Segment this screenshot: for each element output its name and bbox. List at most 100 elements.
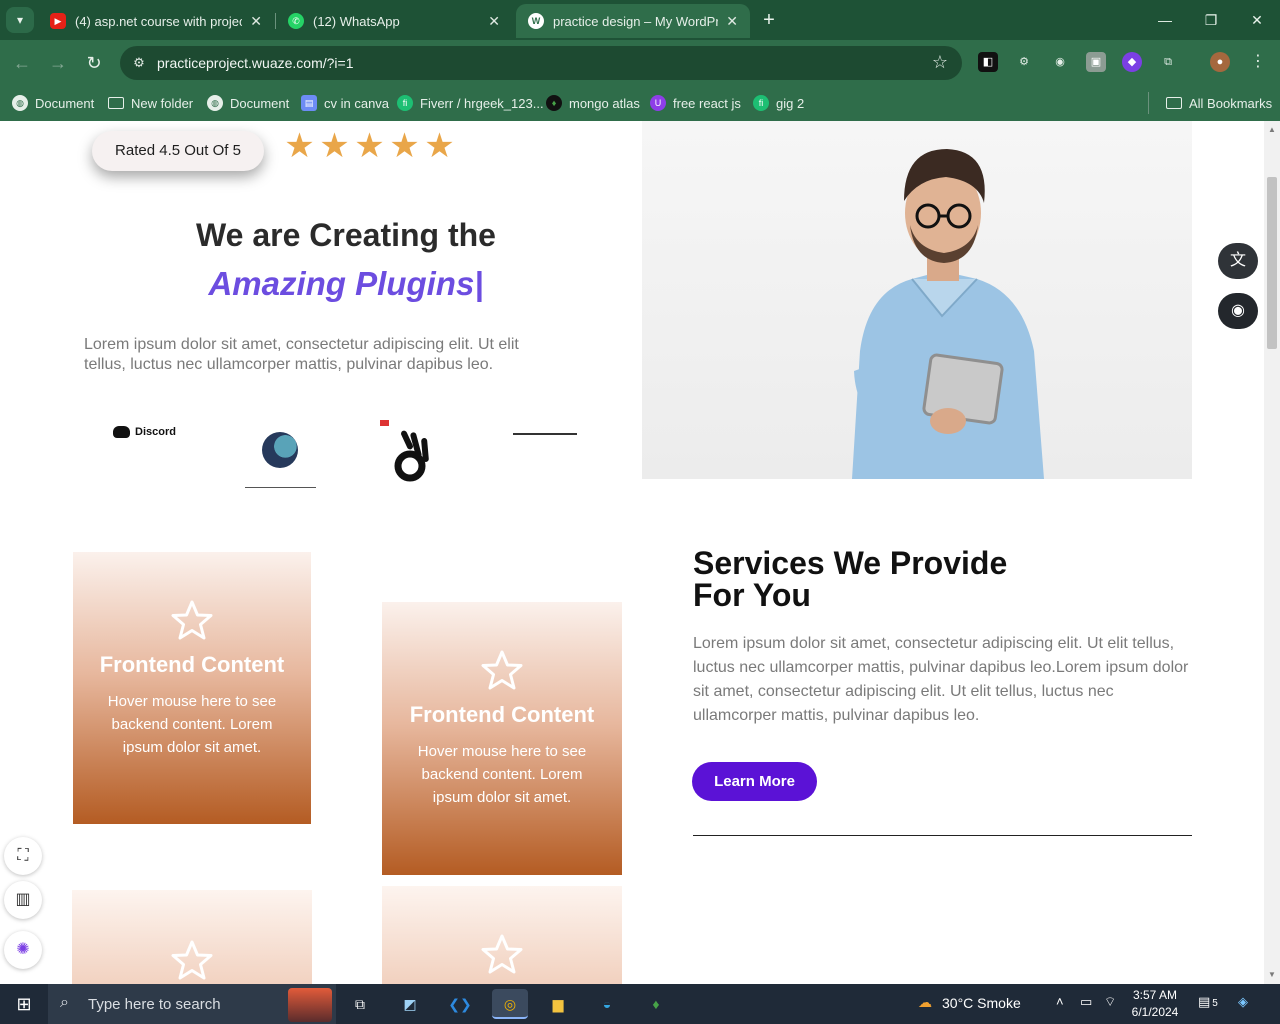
search-icon: ⌕ xyxy=(60,994,69,1011)
app-icon[interactable]: ◩ xyxy=(395,989,425,1019)
chevron-up-icon[interactable]: ˄ xyxy=(1056,994,1064,1009)
rating-stars: ★ ★ ★ ★ ★ xyxy=(282,129,457,165)
windows-start-button[interactable]: ⊞ xyxy=(14,994,34,1014)
whatsapp-icon: ✆ xyxy=(288,13,304,29)
file-explorer-icon[interactable]: ▆ xyxy=(543,989,573,1019)
fiverr-icon: fi xyxy=(753,95,769,111)
card-text: Hover mouse here to see backend content.… xyxy=(417,743,587,806)
back-button[interactable]: ← xyxy=(10,51,34,75)
bookmark-item[interactable]: ▤ cv in canva xyxy=(301,93,389,113)
tab-whatsapp[interactable]: ✆ (12) WhatsApp ✕ xyxy=(276,4,512,38)
bookmark-item[interactable]: New folder xyxy=(108,93,193,113)
close-icon[interactable]: ✕ xyxy=(250,13,262,30)
meet-icon[interactable]: ▭ xyxy=(1080,994,1092,1010)
translate-side-button[interactable]: ⛶ xyxy=(4,837,42,875)
edge-icon[interactable]: ◒ xyxy=(592,989,622,1019)
site-settings-icon[interactable]: ⚙ xyxy=(130,54,148,72)
system-clock[interactable]: 3:57 AM 6/1/2024 xyxy=(1124,987,1186,1021)
extension-icon[interactable]: ◉ xyxy=(1050,52,1070,72)
bookmark-item[interactable]: fi Fiverr / hrgeek_123... xyxy=(397,93,544,113)
bookmarks-bar: ◍ Document New folder ◍ Document ▤ cv in… xyxy=(0,86,1280,121)
bookmark-item[interactable]: fi gig 2 xyxy=(753,93,804,113)
address-bar[interactable]: ⚙ practiceproject.wuaze.com/?i=1 ☆ xyxy=(120,46,962,80)
window-close-button[interactable]: ✕ xyxy=(1234,0,1280,40)
bookmark-star-icon[interactable]: ☆ xyxy=(932,52,948,73)
circle-logo-mark xyxy=(262,432,298,468)
service-card[interactable] xyxy=(72,890,312,984)
scroll-up-arrow[interactable]: ▲ xyxy=(1267,125,1277,135)
notification-count: 5 xyxy=(1212,998,1218,1009)
ui-icon: U xyxy=(650,95,666,111)
translate-icon: 文 xyxy=(1229,252,1246,269)
close-icon[interactable]: ✕ xyxy=(488,13,500,30)
chrome-icon[interactable]: ◎ xyxy=(492,989,528,1019)
bookmark-label: mongo atlas xyxy=(569,95,640,111)
tab-title: practice design – My WordPress xyxy=(553,13,719,29)
tab-wordpress[interactable]: W practice design – My WordPress ✕ xyxy=(516,4,750,38)
weather-icon: ☁ xyxy=(918,994,932,1010)
bookmark-label: Fiverr / hrgeek_123... xyxy=(420,95,544,111)
assistant-float-button[interactable]: ◉ xyxy=(1218,293,1258,329)
forward-button[interactable]: → xyxy=(46,51,70,75)
wifi-icon[interactable]: ⌔ xyxy=(1104,994,1116,1010)
extension-icon[interactable]: ◧ xyxy=(978,52,998,72)
star-outline-icon xyxy=(171,600,213,640)
ai-side-button[interactable]: ✺ xyxy=(4,931,42,969)
star-icon: ★ xyxy=(389,127,420,165)
book-icon: ▥ xyxy=(15,891,31,908)
globe-icon: ◍ xyxy=(207,95,223,111)
scroll-thumb[interactable] xyxy=(1267,177,1277,349)
learn-more-button[interactable]: Learn More xyxy=(692,762,817,801)
ok-hand-logo xyxy=(394,430,429,482)
gear-icon[interactable]: ⚙ xyxy=(1014,52,1034,72)
menu-icon[interactable]: ⋮ xyxy=(1248,52,1268,72)
bookmark-label: All Bookmarks xyxy=(1189,95,1273,111)
canva-icon: ▤ xyxy=(301,95,317,111)
translate-icon: ⛶ xyxy=(17,847,29,864)
hero-headline-accent: Amazing Plugins| xyxy=(208,265,484,302)
restore-button[interactable]: ❐ xyxy=(1188,0,1234,40)
services-title-line: For You xyxy=(693,577,811,613)
bookmark-item[interactable]: ◍ Document xyxy=(12,93,94,113)
weather-widget[interactable]: ☁ 30°C Smoke xyxy=(918,994,1021,1011)
puzzle-icon[interactable]: ⧉ xyxy=(1158,52,1178,72)
discord-wordmark: Discord xyxy=(135,426,176,438)
close-icon[interactable]: ✕ xyxy=(726,13,738,30)
search-placeholder: Type here to search xyxy=(88,996,221,1013)
service-card[interactable]: Frontend Content Hover mouse here to see… xyxy=(382,602,622,875)
scroll-down-arrow[interactable]: ▼ xyxy=(1267,970,1277,980)
translate-float-button[interactable]: 文 xyxy=(1218,243,1258,279)
notification-icon[interactable]: ▤ 5 xyxy=(1198,994,1218,1010)
reader-side-button[interactable]: ▥ xyxy=(4,881,42,919)
url-text[interactable]: practiceproject.wuaze.com/?i=1 xyxy=(157,55,354,71)
service-card[interactable]: Frontend Content Hover mouse here to see… xyxy=(73,552,311,824)
star-outline-icon xyxy=(481,650,523,690)
vscode-icon[interactable]: ❮❯ xyxy=(445,989,475,1019)
all-bookmarks-button[interactable]: All Bookmarks xyxy=(1166,93,1272,113)
mongodb-compass-icon[interactable]: ♦ xyxy=(641,989,671,1019)
page-scrollbar[interactable]: ▲ ▼ xyxy=(1264,121,1280,984)
discord-logo: Discord xyxy=(113,426,176,438)
taskbar-search[interactable]: ⌕ Type here to search xyxy=(48,984,336,1024)
globe-icon: ◍ xyxy=(12,95,28,111)
clock-date: 6/1/2024 xyxy=(1131,1005,1179,1019)
new-tab-button[interactable]: + xyxy=(758,8,780,32)
extension-icon[interactable]: ▣ xyxy=(1086,52,1106,72)
copilot-icon[interactable]: ◈ xyxy=(1238,994,1248,1010)
tab-youtube[interactable]: ▶ (4) asp.net course with project f ✕ xyxy=(38,4,274,38)
reload-button[interactable]: ↻ xyxy=(82,51,106,75)
folder-icon xyxy=(1166,97,1182,109)
extension-icon[interactable]: ◆ xyxy=(1122,52,1142,72)
avatar[interactable]: ● xyxy=(1210,52,1230,72)
bookmark-label: Document xyxy=(230,95,290,111)
flag-icon xyxy=(380,420,389,426)
bookmark-item[interactable]: ◍ Document xyxy=(207,93,289,113)
minimize-button[interactable]: — xyxy=(1142,0,1188,40)
bookmark-item[interactable]: ♦ mongo atlas xyxy=(546,93,640,113)
service-card[interactable] xyxy=(382,886,622,984)
tab-strip: ▾ ▶ (4) asp.net course with project f ✕ … xyxy=(0,0,1280,40)
tab-search-button[interactable]: ▾ xyxy=(6,7,34,33)
task-view-icon[interactable]: ⧉ xyxy=(345,989,375,1019)
bookmark-item[interactable]: U free react js xyxy=(650,93,741,113)
hero-photo xyxy=(642,121,1192,479)
